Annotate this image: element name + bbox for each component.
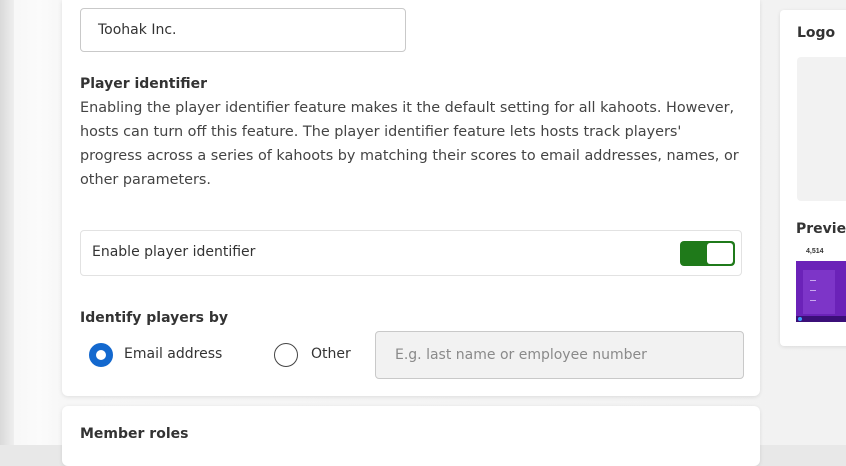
company-name-field[interactable]: Toohak Inc.: [80, 8, 406, 52]
preview-line: [810, 280, 816, 281]
preview-footer: [796, 316, 846, 322]
preview-title: Previe: [796, 221, 846, 237]
other-radio[interactable]: [274, 343, 298, 367]
left-edge-shadow: [0, 0, 14, 445]
preview-line: [810, 290, 816, 291]
enable-player-identifier-row: Enable player identifier: [80, 230, 742, 276]
email-address-radio[interactable]: [89, 343, 113, 367]
preview-thumbnail[interactable]: 4,514: [796, 244, 846, 322]
identify-players-title: Identify players by: [80, 310, 228, 326]
player-identifier-title: Player identifier: [80, 76, 208, 92]
logo-title: Logo: [797, 25, 836, 41]
preview-footer-icon: [798, 317, 802, 321]
logo-upload-area[interactable]: [797, 57, 846, 201]
preview-line: [810, 300, 816, 301]
preview-panel: [803, 270, 835, 314]
other-label[interactable]: Other: [311, 346, 351, 362]
member-roles-title: Member roles: [80, 426, 189, 442]
email-address-label[interactable]: Email address: [124, 346, 222, 362]
enable-player-identifier-label: Enable player identifier: [92, 244, 256, 260]
other-identifier-input[interactable]: [375, 331, 744, 379]
preview-score: 4,514: [806, 248, 824, 255]
toggle-knob: [707, 243, 733, 264]
enable-player-identifier-toggle[interactable]: [680, 241, 735, 266]
player-identifier-description: Enabling the player identifier feature m…: [80, 100, 739, 188]
